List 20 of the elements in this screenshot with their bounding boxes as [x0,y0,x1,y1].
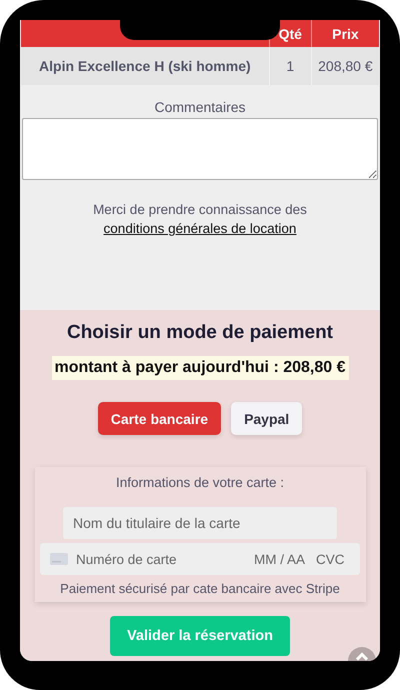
cvc-input[interactable]: CVC [316,552,350,566]
cardholder-field[interactable]: Nom du titulaire de la carte [63,507,337,539]
terms-text: Merci de prendre connaissance des conditions générales de location [92,201,308,238]
secure-payment-note: Paiement sécurisé par cate bancaire avec Stripe [60,581,340,596]
expiry-input[interactable]: MM / AA [254,552,308,566]
payment-method-button[interactable]: Carte bancaire [98,402,222,435]
card-icon [50,553,68,565]
terms-link[interactable]: conditions générales de location [104,221,296,236]
card-heading: Informations de votre carte : [116,475,284,490]
chevron-up-icon [355,652,369,661]
price-cell: 208,80 € [311,47,379,85]
comments-label: Commentaires [154,99,246,115]
payment-method-button[interactable]: Paypal [231,402,302,435]
card-number-input[interactable]: Numéro de carte [76,552,246,566]
amount-due: montant à payer aujourd'hui : 208,80 € [52,356,348,380]
product-cell: Alpin Excellence H (ski homme) [21,47,270,85]
column-header: Prix [311,20,379,47]
quantity-cell: 1 [269,47,312,85]
comments-field[interactable] [22,118,378,180]
payment-title: Choisir un mode de paiement [66,322,334,344]
